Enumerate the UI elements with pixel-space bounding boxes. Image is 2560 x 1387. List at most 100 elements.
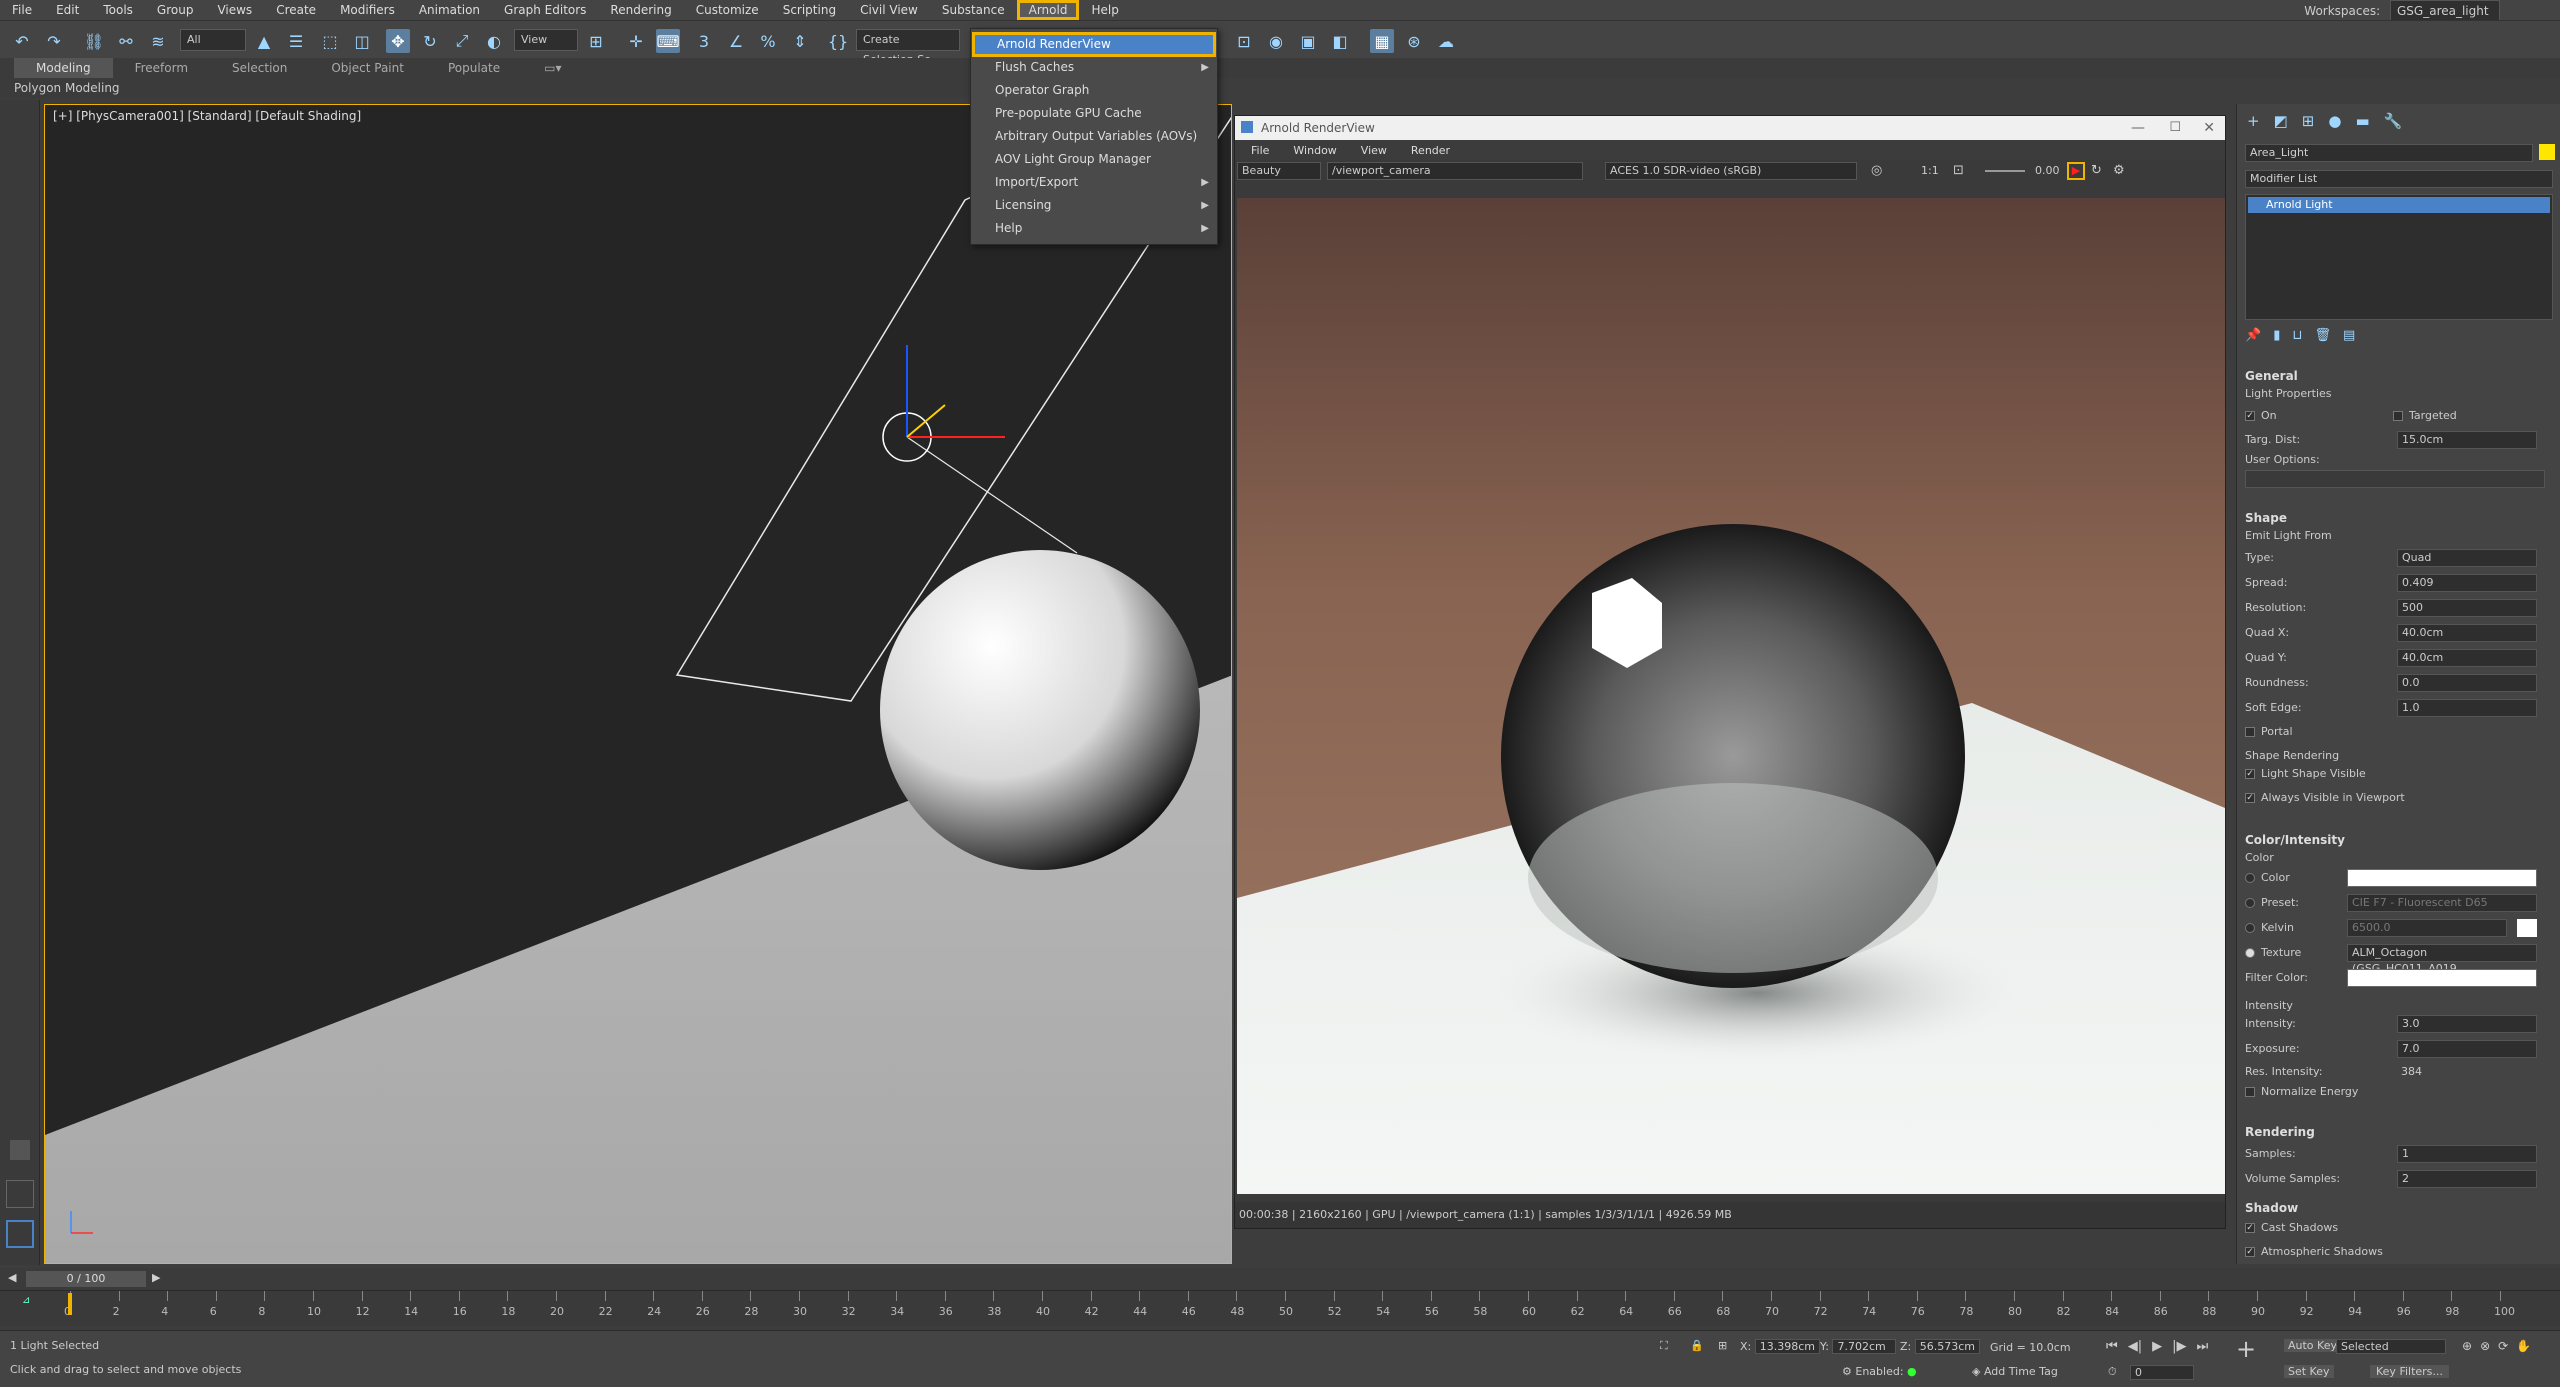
texture-map-button[interactable]: ALM_Octagon (GSG_HC011_A019_ — [2347, 944, 2537, 975]
layout-active-icon[interactable] — [6, 1220, 34, 1248]
select-object-icon[interactable]: ▲ — [252, 29, 276, 53]
spinner-snap-icon[interactable]: ⇕ — [788, 29, 812, 53]
named-selection-dropdown[interactable]: Create Selection Se — [856, 29, 960, 66]
pivot-center-icon[interactable]: ⊞ — [584, 29, 608, 53]
rectangular-selection-icon[interactable]: ⬚ — [318, 29, 342, 53]
samples-field[interactable]: 1 — [2397, 1145, 2537, 1163]
resolution-field[interactable]: 500 — [2397, 599, 2537, 617]
type-dropdown[interactable]: Quad — [2397, 549, 2537, 567]
object-color-swatch[interactable] — [2539, 144, 2555, 160]
keyboard-shortcut-override-icon[interactable]: ⌨ — [656, 29, 680, 53]
time-next-icon[interactable]: ▶ — [152, 1271, 160, 1284]
maximize-icon[interactable]: ☐ — [2169, 116, 2181, 140]
utilities-tab-icon[interactable]: 🔧 — [2384, 112, 2403, 130]
texture-radio[interactable]: Texture — [2245, 943, 2301, 963]
always-visible-checkbox[interactable]: ✓ Always Visible in Viewport — [2245, 788, 2405, 808]
placement-icon[interactable]: ◐ — [482, 29, 506, 53]
track-bar[interactable]: 0246810121416182022242628303234363840424… — [0, 1290, 2560, 1326]
ribbon-options-icon[interactable]: ▭▾ — [522, 58, 583, 78]
time-config-icon[interactable]: ⏱ — [2108, 1365, 2117, 1379]
percent-snap-icon[interactable]: % — [756, 29, 780, 53]
preset-dropdown[interactable]: CIE F7 - Fluorescent D65 — [2347, 894, 2537, 912]
rollout-general[interactable]: General — [2245, 366, 2545, 386]
bind-spacewarp-icon[interactable]: ≋ — [146, 29, 170, 53]
intensity-field[interactable]: 3.0 — [2397, 1015, 2537, 1033]
hierarchy-tab-icon[interactable]: ⊞ — [2302, 112, 2315, 130]
menu-item-flush-caches[interactable]: Flush Caches ▶ — [971, 56, 1217, 79]
close-icon[interactable]: ✕ — [2203, 116, 2215, 140]
goto-end-icon[interactable]: ⏭ — [2196, 1339, 2208, 1354]
object-name-field[interactable]: Area_Light — [2245, 144, 2533, 162]
prev-frame-icon[interactable]: ◀| — [2128, 1339, 2142, 1354]
zoom-icon[interactable]: ⊕ — [2462, 1339, 2472, 1353]
menu-group[interactable]: Group — [145, 0, 206, 20]
color-swatch[interactable] — [2347, 869, 2537, 887]
redo-icon[interactable]: ↷ — [42, 29, 66, 53]
menu-graph-editors[interactable]: Graph Editors — [492, 0, 598, 20]
aov-dropdown[interactable]: Beauty — [1237, 162, 1321, 180]
menu-item-import-export[interactable]: Import/Export ▶ — [971, 171, 1217, 194]
select-manipulate-icon[interactable]: ✛ — [624, 29, 648, 53]
menu-item-help[interactable]: Help ▶ — [971, 217, 1217, 240]
menu-arnold[interactable]: Arnold — [1016, 0, 1080, 20]
portal-checkbox[interactable]: Portal — [2245, 722, 2293, 742]
tab-modeling[interactable]: Modeling — [14, 58, 113, 78]
rv-menu-window[interactable]: Window — [1281, 144, 1348, 157]
tab-selection[interactable]: Selection — [210, 58, 309, 78]
minimize-icon[interactable]: — — [2131, 116, 2145, 140]
atmospheric-shadows-checkbox[interactable]: ✓ Atmospheric Shadows — [2245, 1242, 2383, 1262]
render-iterative-icon[interactable]: ⊛ — [1402, 29, 1426, 53]
create-tab-icon[interactable]: + — [2247, 112, 2260, 130]
modifier-list-dropdown[interactable]: Modifier List — [2245, 170, 2553, 188]
coord-x-field[interactable]: 13.398cm — [1754, 1339, 1821, 1354]
targ-dist-field[interactable]: 15.0cm — [2397, 431, 2537, 449]
menu-views[interactable]: Views — [205, 0, 264, 20]
cast-shadows-checkbox[interactable]: ✓ Cast Shadows — [2245, 1218, 2338, 1238]
goto-start-icon[interactable]: ⏮ — [2106, 1339, 2118, 1354]
current-frame-marker[interactable] — [68, 1293, 72, 1315]
make-unique-icon[interactable]: ⊔ — [2292, 328, 2302, 343]
menu-item-licensing[interactable]: Licensing ▶ — [971, 194, 1217, 217]
fit-icon[interactable]: ⊡ — [1953, 163, 1964, 178]
start-render-icon[interactable]: ▶ — [2067, 162, 2085, 180]
rollout-shape[interactable]: Shape — [2245, 508, 2545, 528]
a360-render-icon[interactable]: ☁ — [1434, 29, 1458, 53]
tab-populate[interactable]: Populate — [426, 58, 522, 78]
modify-tab-icon[interactable]: ◩ — [2274, 112, 2288, 130]
menu-civil-view[interactable]: Civil View — [848, 0, 930, 20]
menu-item-arnold-renderview[interactable]: Arnold RenderView — [972, 32, 1216, 57]
rv-menu-render[interactable]: Render — [1399, 144, 1462, 157]
isolate-icon[interactable]: ⛶ — [1660, 1339, 1668, 1353]
select-by-name-icon[interactable]: ☰ — [284, 29, 308, 53]
time-slider-thumb[interactable]: 0 / 100 — [26, 1271, 146, 1287]
volume-samples-field[interactable]: 2 — [2397, 1170, 2537, 1188]
quad-x-field[interactable]: 40.0cm — [2397, 624, 2537, 642]
workspaces-dropdown[interactable]: GSG_area_light — [2390, 0, 2500, 22]
link-icon[interactable]: ⛓ — [82, 29, 106, 53]
kelvin-field[interactable]: 6500.0 — [2347, 919, 2507, 937]
key-mode-dropdown[interactable]: Selected — [2336, 1339, 2446, 1354]
motion-tab-icon[interactable]: ● — [2328, 112, 2341, 130]
menu-item-aovs[interactable]: Arbitrary Output Variables (AOVs) — [971, 125, 1217, 148]
settings-icon[interactable]: ⚙ — [2113, 163, 2125, 178]
quad-y-field[interactable]: 40.0cm — [2397, 649, 2537, 667]
key-filters-button[interactable]: Key Filters... — [2370, 1365, 2449, 1378]
perspective-viewport[interactable]: [+] [PhysCamera001] [Standard] [Default … — [44, 104, 1232, 1264]
region-icon[interactable]: ◎ — [1871, 163, 1882, 178]
undo-icon[interactable]: ↶ — [10, 29, 34, 53]
soft-edge-field[interactable]: 1.0 — [2397, 699, 2537, 717]
schematic-view-icon[interactable]: ⊡ — [1232, 29, 1256, 53]
tab-object-paint[interactable]: Object Paint — [309, 58, 426, 78]
snaps-toggle-icon[interactable]: 3 — [692, 29, 716, 53]
kelvin-swatch[interactable] — [2517, 919, 2537, 937]
unlink-icon[interactable]: ⚯ — [114, 29, 138, 53]
render-production-icon[interactable]: ▦ — [1370, 29, 1394, 53]
menu-rendering[interactable]: Rendering — [598, 0, 683, 20]
play-viewport-icon[interactable] — [10, 1140, 30, 1160]
selection-filter-dropdown[interactable]: All — [180, 29, 246, 51]
angle-snap-icon[interactable]: ∠ — [724, 29, 748, 53]
viewport-label[interactable]: [+] [PhysCamera001] [Standard] [Default … — [53, 109, 361, 123]
time-slider[interactable]: ◀ 0 / 100 ▶ — [0, 1268, 2560, 1290]
color-radio[interactable]: Color — [2245, 868, 2290, 888]
spread-field[interactable]: 0.409 — [2397, 574, 2537, 592]
